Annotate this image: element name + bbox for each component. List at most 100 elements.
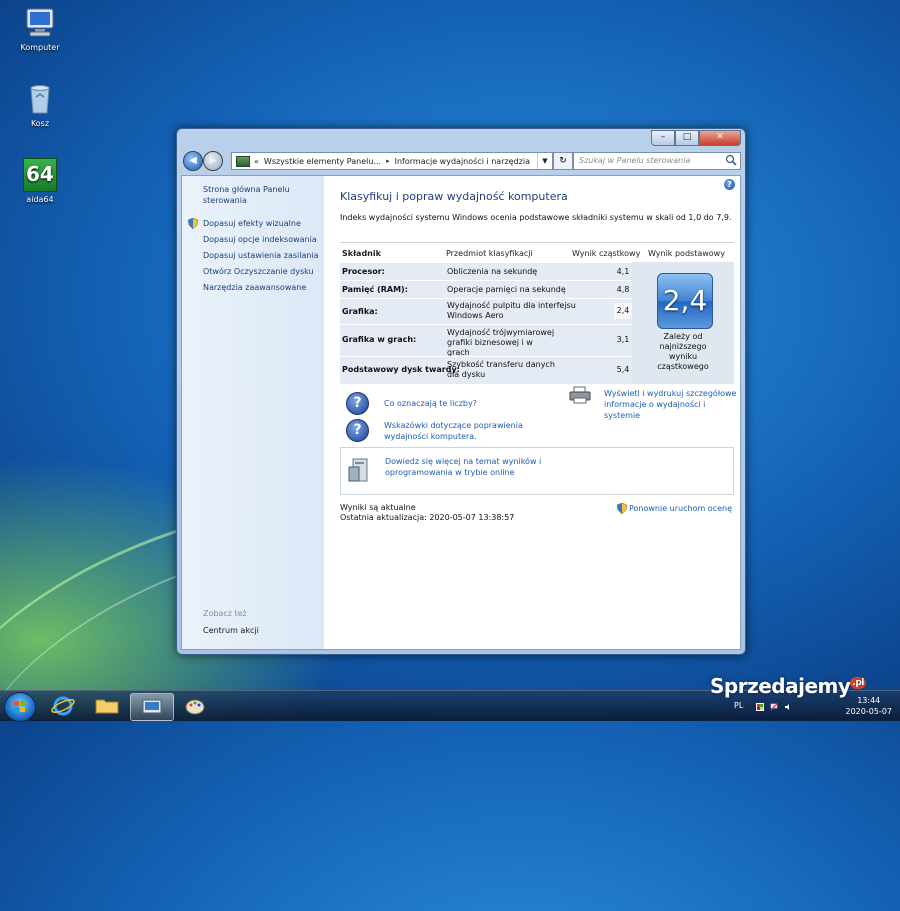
watermark-suffix: .pl: [850, 677, 866, 690]
search-icon[interactable]: [725, 154, 737, 166]
address-prefix[interactable]: «: [254, 157, 259, 166]
internet-explorer-icon: [51, 696, 75, 716]
left-link-visual-effects[interactable]: Dopasuj efekty wizualne: [203, 218, 301, 229]
question-icon: ?: [346, 419, 369, 442]
aida64-icon-text: 64: [26, 162, 54, 186]
results-current: Wyniki są aktualne: [340, 503, 416, 512]
last-update: Ostatnia aktualizacja: 2020-05-07 13:38:…: [340, 513, 515, 522]
row-score: 4,1: [616, 267, 630, 276]
breadcrumb-performance[interactable]: Informacje wydajności i narzędzia: [395, 157, 530, 166]
table-row: Grafika: Wydajność pulpitu dla interfejs…: [340, 298, 632, 325]
left-link-advanced-tools[interactable]: Narzędzia zaawansowane: [203, 282, 306, 293]
taskbar-paint-button[interactable]: [174, 693, 216, 719]
row-component: Grafika w grach:: [342, 335, 417, 344]
rerun-assessment-label: Ponownie uruchom ocenę: [628, 504, 732, 513]
close-button[interactable]: ✕: [699, 130, 741, 146]
navigation-bar: ◀ ▶ « Wszystkie elementy Panelu... ▸ Inf…: [181, 149, 741, 173]
search-input[interactable]: Szukaj w Panelu sterowania: [573, 152, 741, 170]
desktop-icon-label: Komputer: [20, 43, 60, 52]
rerun-assessment-link[interactable]: Ponownie uruchom ocenę: [616, 503, 732, 514]
main-pane: ? Klasyfikuj i popraw wydajność komputer…: [324, 176, 740, 649]
desktop-icon-computer[interactable]: Komputer: [5, 6, 75, 52]
header-subscore: Wynik cząstkowy: [572, 249, 641, 258]
row-component: Procesor:: [342, 267, 385, 276]
windows-logo-icon: [14, 701, 25, 712]
search-placeholder: Szukaj w Panelu sterowania: [579, 156, 691, 165]
control-panel-icon: [142, 699, 162, 714]
status-text: Wyniki są aktualne Ostatnia aktualizacja…: [340, 503, 514, 523]
action-center-link[interactable]: Centrum akcji: [203, 625, 259, 636]
see-also-heading: Zobacz też: [203, 609, 247, 618]
breadcrumb-all-items[interactable]: Wszystkie elementy Panelu...: [264, 157, 381, 166]
table-header: Składnik Przedmiot klasyfikacji Wynik cz…: [340, 242, 734, 263]
caption-buttons: – □ ✕: [651, 130, 741, 146]
help-icon[interactable]: ?: [724, 179, 735, 190]
row-component: Grafika:: [342, 307, 378, 316]
paint-icon: [185, 699, 205, 715]
page-title: Klasyfikuj i popraw wydajność komputera: [340, 190, 568, 203]
taskbar-ie-button[interactable]: [42, 693, 84, 719]
row-component: Pamięć (RAM):: [342, 285, 408, 294]
row-component: Podstawowy dysk twardy:: [342, 365, 460, 374]
header-component: Składnik: [342, 249, 381, 258]
performance-window: – □ ✕ ◀ ▶ « Wszystkie elementy Panelu...…: [176, 128, 746, 655]
watermark-text: Sprzedajemy: [710, 674, 851, 698]
table-row: Grafika w grach: Wydajność trójwymiarowe…: [340, 324, 632, 357]
content-area: Strona główna Panelu sterowania Dopasuj …: [181, 175, 741, 650]
flag-icon[interactable]: [756, 703, 764, 711]
clock[interactable]: 13:44 2020-05-07: [846, 695, 893, 717]
taskbar-explorer-button[interactable]: [86, 693, 128, 719]
taskbar-control-panel-button[interactable]: [130, 693, 174, 721]
page-description: Indeks wydajności systemu Windows ocenia…: [340, 213, 732, 222]
row-score-lowest: 2,4: [614, 303, 632, 319]
desktop-icon-recycle-bin[interactable]: Kosz: [5, 82, 75, 128]
print-details-link[interactable]: Wyświetl i wydrukuj szczegółowe informac…: [604, 388, 738, 421]
address-bar[interactable]: « Wszystkie elementy Panelu... ▸ Informa…: [231, 152, 553, 170]
header-base-score: Wynik podstawowy: [648, 249, 725, 258]
learn-more-link[interactable]: Dowiedz się więcej na temat wyników i op…: [385, 456, 565, 478]
row-score: 4,8: [616, 285, 630, 294]
row-score: 5,4: [616, 365, 630, 374]
shield-icon: [616, 503, 627, 514]
row-desc: Operacje pamięci na sekundę: [447, 285, 566, 294]
left-link-power[interactable]: Dopasuj ustawienia zasilania: [203, 250, 319, 261]
question-icon: ?: [346, 392, 369, 415]
aida64-icon: 64: [23, 158, 57, 192]
breadcrumb-separator-icon[interactable]: ▸: [386, 157, 390, 165]
back-button[interactable]: ◀: [183, 151, 203, 171]
control-panel-home-link[interactable]: Strona główna Panelu sterowania: [203, 184, 313, 206]
base-score-caption: Zależy od najniższego wyniku cząstkowego: [657, 332, 709, 371]
computer-info-icon: [348, 458, 368, 482]
left-link-indexing[interactable]: Dopasuj opcje indeksowania: [203, 234, 317, 245]
sprzedajemy-watermark: Sprzedajemy .pl: [710, 674, 866, 698]
what-numbers-mean-link[interactable]: Co oznaczają te liczby?: [384, 398, 477, 409]
learn-more-box: Dowiedz się więcej na temat wyników i op…: [340, 447, 734, 495]
row-desc: Wydajność pulpitu dla interfejsu Windows…: [447, 301, 576, 320]
refresh-button[interactable]: ↻: [553, 152, 573, 170]
computer-icon: [23, 6, 57, 40]
desktop-icon-label: Kosz: [30, 119, 50, 128]
table-row: Procesor: Obliczenia na sekundę 4,1: [340, 262, 632, 281]
volume-icon[interactable]: [784, 703, 792, 711]
recycle-bin-icon: [23, 82, 57, 116]
address-dropdown-icon[interactable]: ▼: [537, 153, 552, 169]
row-desc: Szybkość transferu danych dla dysku: [447, 360, 555, 379]
network-icon[interactable]: [770, 703, 778, 711]
left-link-disk-cleanup[interactable]: Otwórz Oczyszczanie dysku: [203, 266, 314, 277]
maximize-button[interactable]: □: [675, 130, 699, 146]
desktop-icon-label: aida64: [26, 195, 54, 204]
start-button[interactable]: [4, 692, 36, 722]
base-score-badge: 2,4: [657, 273, 713, 329]
row-desc: Wydajność trójwymiarowej grafiki bizneso…: [447, 328, 555, 357]
minimize-button[interactable]: –: [651, 130, 675, 146]
tips-link[interactable]: Wskazówki dotyczące poprawienia wydajnoś…: [384, 420, 534, 442]
language-indicator[interactable]: PL: [734, 701, 743, 710]
header-rated: Przedmiot klasyfikacji: [446, 249, 533, 258]
table-row: Pamięć (RAM): Operacje pamięci na sekund…: [340, 280, 632, 299]
desktop-icon-aida64[interactable]: 64 aida64: [5, 158, 75, 204]
score-table: Procesor: Obliczenia na sekundę 4,1 Pami…: [340, 262, 632, 384]
forward-button[interactable]: ▶: [203, 151, 223, 171]
folder-icon: [95, 699, 119, 714]
control-panel-icon: [236, 155, 250, 167]
clock-date: 2020-05-07: [845, 707, 893, 716]
